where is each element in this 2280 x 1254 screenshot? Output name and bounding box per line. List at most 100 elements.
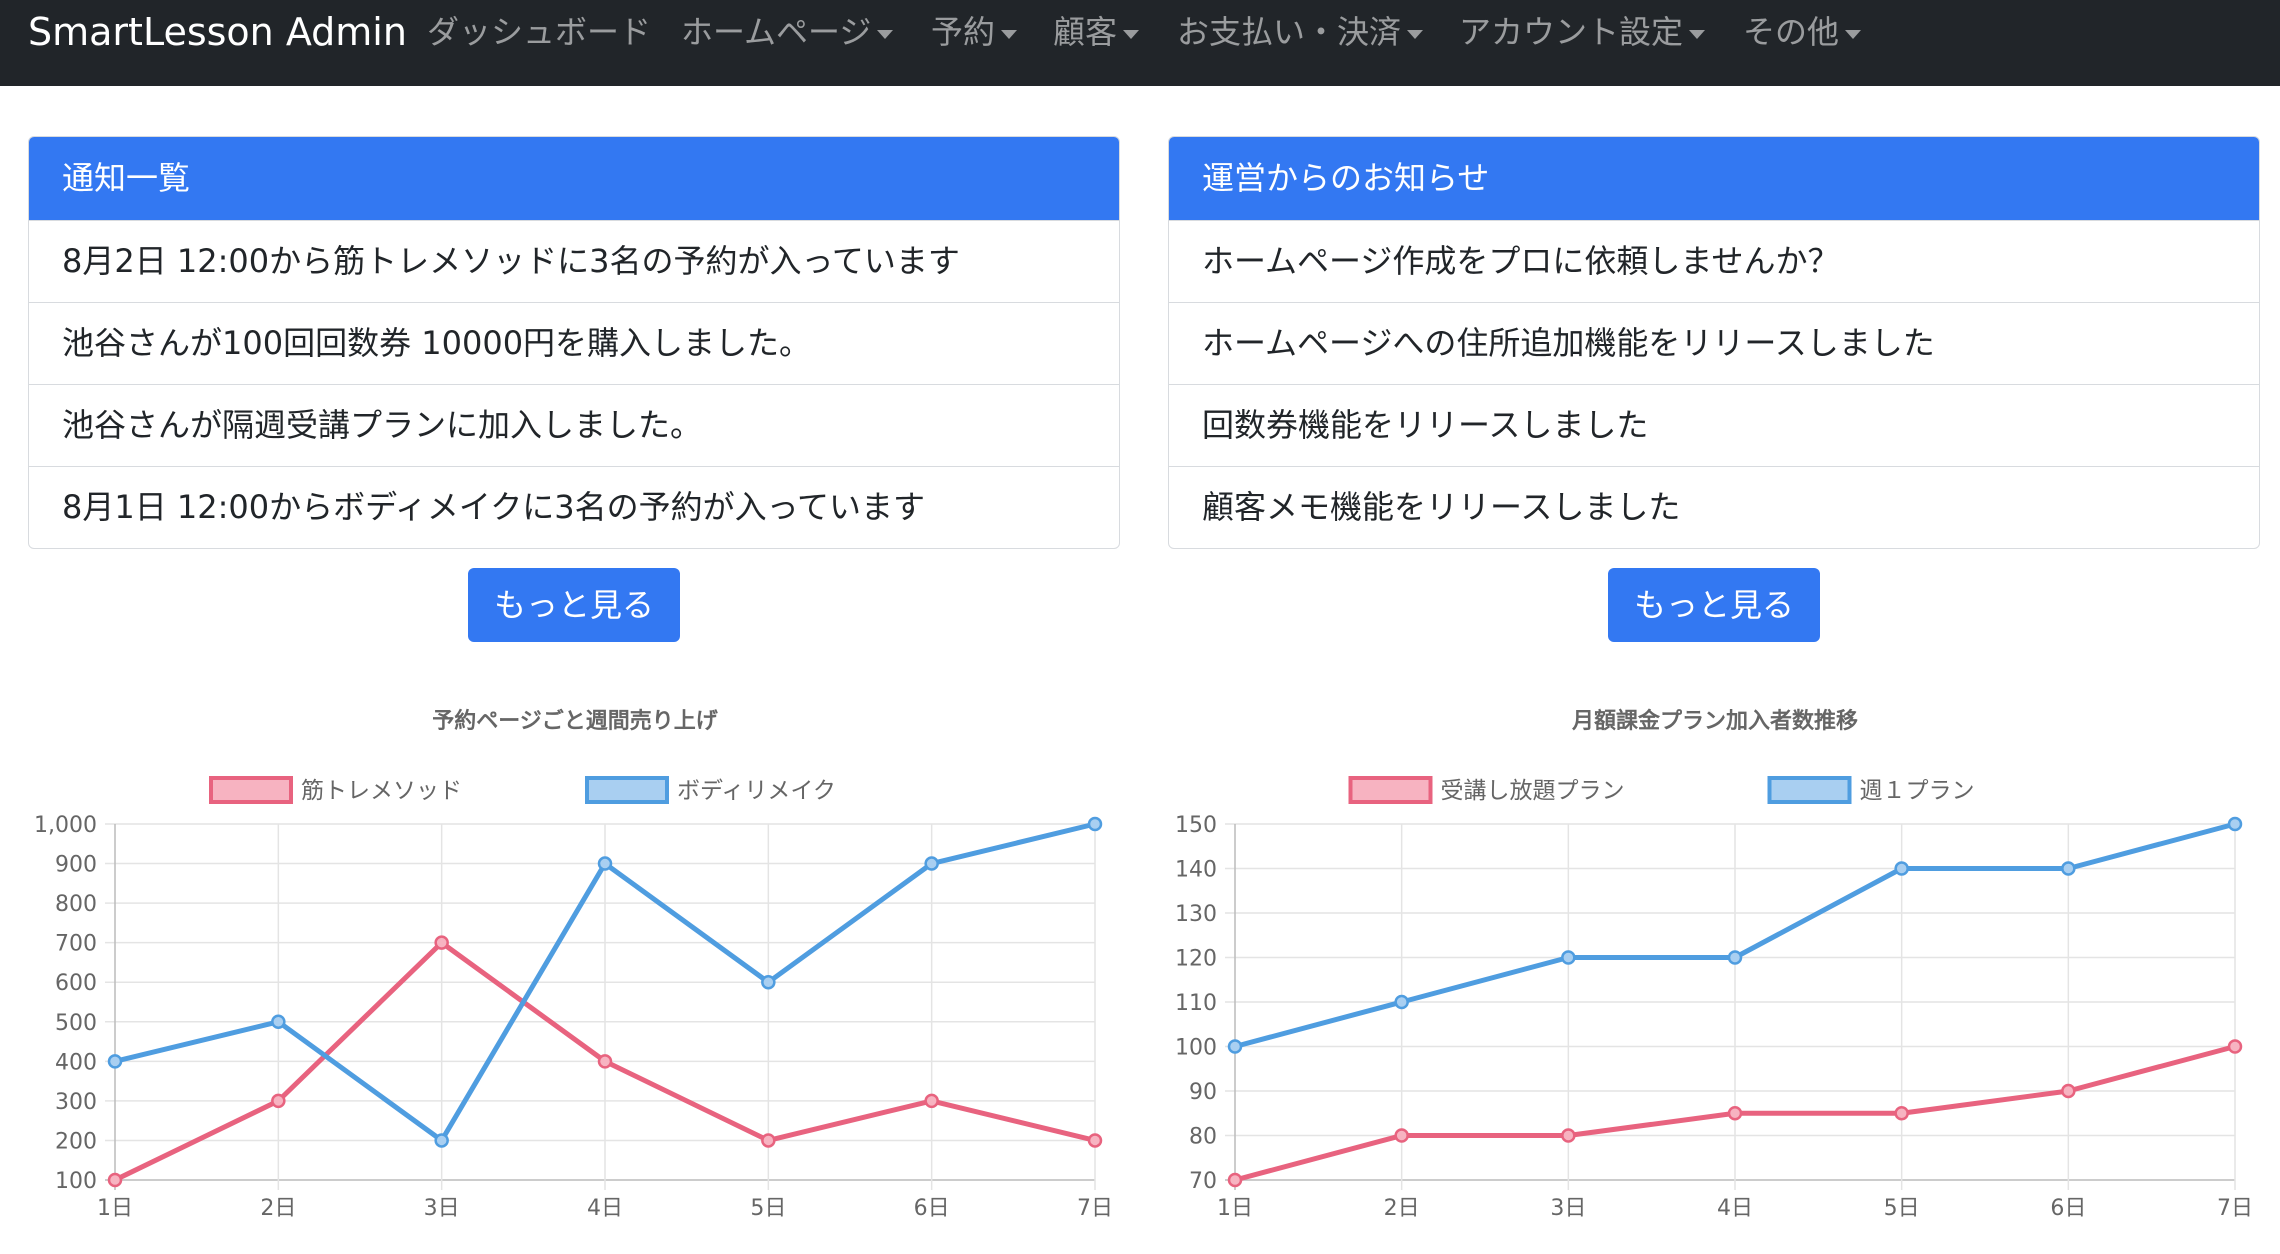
notifications-title: 通知一覧 <box>29 137 1119 220</box>
weekly-sales-chart: 予約ページごと週間売り上げ 筋トレメソッド ボディリメイク 1,000 900 800 70… <box>0 690 1140 1254</box>
nav-dashboard-label: ダッシュボード <box>427 13 652 51</box>
chart-title: 月額課金プラン加入者数推移 <box>1571 708 1858 734</box>
nav-account-settings-label: アカウント設定 <box>1459 13 1684 51</box>
y-tick-label: 500 <box>55 1011 97 1036</box>
y-tick-label: 140 <box>1175 858 1217 883</box>
data-point <box>1894 1106 1909 1121</box>
data-point <box>271 1093 286 1109</box>
nav-other[interactable]: その他 <box>1743 0 1862 64</box>
announcement-item[interactable]: 回数券機能をリリースしました <box>1169 384 2259 466</box>
data-point <box>1561 1128 1576 1143</box>
data-point <box>1561 950 1576 965</box>
legend-swatch <box>585 776 669 804</box>
y-tick-label: 70 <box>1189 1169 1217 1194</box>
notification-item[interactable]: 8月2日 12:00から筋トレメソッドに3名の予約が入っています <box>29 220 1119 302</box>
caret-down-icon <box>1123 29 1140 39</box>
notification-item[interactable]: 池谷さんが100回回数券 10000円を購入しました。 <box>29 302 1119 384</box>
weekly-sales-chart-svg: 予約ページごと週間売り上げ筋トレメソッド ボディリメイク 1,000 900 800 70… <box>34 708 1113 1221</box>
y-tick-label: 400 <box>55 1050 97 1075</box>
data-point <box>271 1014 286 1030</box>
nav-dashboard[interactable]: ダッシュボード <box>427 0 651 64</box>
data-point <box>1394 1128 1409 1143</box>
x-tick-label: 4日 <box>1717 1196 1753 1221</box>
data-point <box>1727 950 1743 965</box>
data-point <box>107 1054 123 1069</box>
announcements-more-button[interactable]: もっと見る <box>1608 568 1820 642</box>
nav-payment-label: お支払い・決済 <box>1177 13 1402 51</box>
nav-payment[interactable]: お支払い・決済 <box>1177 0 1424 64</box>
y-tick-label: 800 <box>55 892 97 917</box>
x-tick-label: 7日 <box>1077 1196 1113 1221</box>
caret-down-icon <box>1845 29 1862 39</box>
data-point <box>1227 1039 1243 1054</box>
subscription-chart: 月額課金プラン加入者数推移受講し放題プラン 週１プラン 150 140 130 120 11… <box>1140 690 2280 1254</box>
x-tick-label: 6日 <box>914 1196 950 1221</box>
x-tick-label: 7日 <box>2217 1196 2253 1221</box>
x-tick-label: 3日 <box>1550 1196 1586 1221</box>
x-tick-label: 5日 <box>1884 1196 1920 1221</box>
y-tick-label: 200 <box>55 1129 97 1154</box>
x-tick-label: 3日 <box>424 1196 460 1221</box>
subscription-chart-svg: 月額課金プラン加入者数推移受講し放題プラン 週１プラン 150 140 130 120 11… <box>1175 708 2253 1221</box>
notifications-card: 通知一覧 8月2日 12:00から筋トレメソッドに3名の予約が入っています 池谷… <box>28 136 1120 549</box>
y-tick-label: 700 <box>55 932 97 957</box>
y-tick-label: 100 <box>1175 1036 1217 1061</box>
notification-item[interactable]: 8月1日 12:00からボディメイクに3名の予約が入っています <box>29 466 1119 548</box>
y-tick-label: 90 <box>1189 1080 1217 1105</box>
x-tick-label: 2日 <box>1384 1196 1420 1221</box>
data-point <box>1394 994 1409 1010</box>
data-point <box>434 1133 449 1148</box>
y-tick-label: 150 <box>1175 813 1217 838</box>
x-tick-label: 6日 <box>2050 1196 2086 1221</box>
data-point <box>597 856 613 871</box>
data-point <box>597 1054 613 1069</box>
caret-down-icon <box>877 29 894 39</box>
caret-down-icon <box>1407 29 1424 39</box>
legend-label: 週１プラン <box>1860 778 1975 804</box>
x-tick-label: 1日 <box>97 1196 133 1221</box>
x-tick-label: 1日 <box>1217 1196 1253 1221</box>
y-tick-label: 120 <box>1175 947 1217 972</box>
y-tick-label: 80 <box>1189 1125 1217 1150</box>
data-point <box>2227 816 2243 832</box>
nav-customer-label: 顧客 <box>1053 13 1118 51</box>
x-tick-label: 5日 <box>750 1196 786 1221</box>
x-tick-label: 2日 <box>260 1196 296 1221</box>
data-point <box>434 935 449 950</box>
notifications-more-button[interactable]: もっと見る <box>468 568 680 642</box>
data-point <box>2061 1083 2076 1099</box>
legend-swatch <box>209 776 293 804</box>
nav-account-settings[interactable]: アカウント設定 <box>1459 0 1706 64</box>
data-point <box>2061 861 2076 876</box>
nav-homepage[interactable]: ホームページ <box>681 0 894 64</box>
announcement-item[interactable]: ホームページへの住所追加機能をリリースしました <box>1169 302 2259 384</box>
y-tick-label: 900 <box>55 853 97 878</box>
announcement-item[interactable]: 顧客メモ機能をリリースしました <box>1169 466 2259 548</box>
y-tick-label: 130 <box>1175 902 1217 927</box>
y-tick-label: 100 <box>55 1169 97 1194</box>
data-point <box>924 1093 939 1109</box>
brand-logo[interactable]: SmartLesson Admin <box>28 0 407 64</box>
notification-item[interactable]: 池谷さんが隔週受講プランに加入しました。 <box>29 384 1119 466</box>
data-point <box>1087 816 1103 832</box>
chart-title: 予約ページごと週間売り上げ <box>432 708 719 734</box>
nav-customer[interactable]: 顧客 <box>1053 0 1140 64</box>
caret-down-icon <box>1689 29 1706 39</box>
announcements-title: 運営からのお知らせ <box>1169 137 2259 220</box>
y-tick-label: 600 <box>55 971 97 996</box>
y-tick-label: 1,000 <box>34 813 97 838</box>
caret-down-icon <box>1001 29 1018 39</box>
nav-reservation-label: 予約 <box>931 13 996 51</box>
announcements-card: 運営からのお知らせ ホームページ作成をプロに依頼しませんか？ ホームページへの住… <box>1168 136 2260 549</box>
legend-label: ボディリメイク <box>677 778 836 804</box>
nav-homepage-label: ホームページ <box>681 13 872 51</box>
data-point <box>924 856 939 871</box>
announcement-item[interactable]: ホームページ作成をプロに依頼しませんか？ <box>1169 220 2259 302</box>
legend-label: 受講し放題プラン <box>1441 778 1625 804</box>
data-point <box>761 974 776 990</box>
legend-swatch <box>1348 776 1433 804</box>
top-navbar: SmartLesson Admin ダッシュボード ホームページ 予約 顧客 お… <box>0 0 2280 86</box>
y-tick-label: 110 <box>1175 991 1217 1016</box>
nav-reservation[interactable]: 予約 <box>931 0 1018 64</box>
data-point <box>1727 1106 1743 1121</box>
